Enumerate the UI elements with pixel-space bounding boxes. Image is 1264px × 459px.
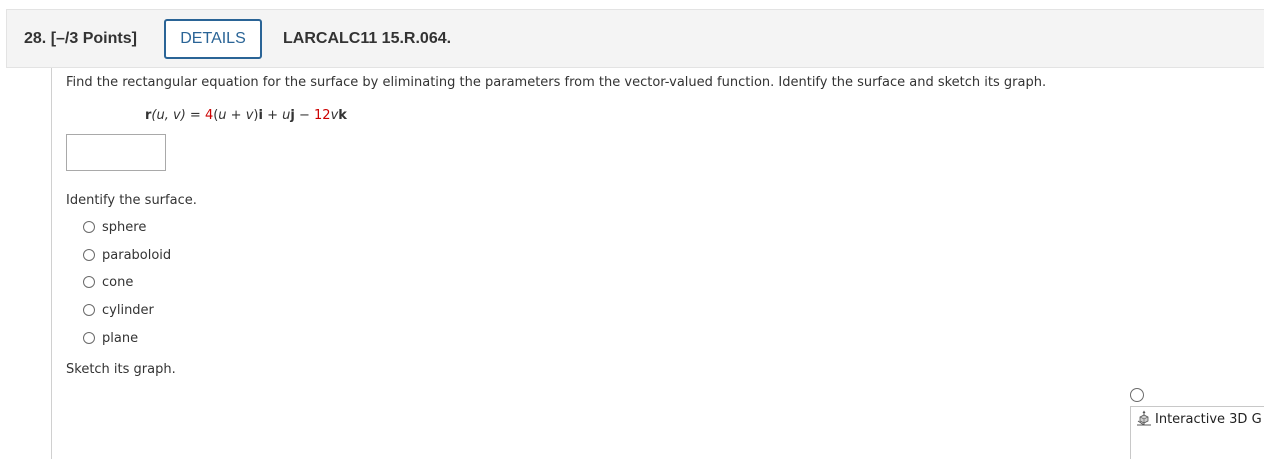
eq-equals: = bbox=[185, 108, 205, 123]
3d-graph-icon bbox=[1137, 410, 1151, 426]
radio-button[interactable] bbox=[83, 249, 95, 261]
option-plane[interactable]: plane bbox=[83, 329, 138, 347]
option-cone[interactable]: cone bbox=[83, 273, 133, 291]
details-button[interactable]: DETAILS bbox=[164, 19, 262, 59]
question-points-label: 28. [–/3 Points] bbox=[24, 30, 137, 47]
sketch-graph-label: Sketch its graph. bbox=[66, 362, 176, 377]
option-sphere[interactable]: sphere bbox=[83, 218, 146, 236]
eq-plus1: + bbox=[226, 108, 246, 123]
option-cylinder[interactable]: cylinder bbox=[83, 301, 154, 319]
identify-surface-label: Identify the surface. bbox=[66, 193, 197, 208]
eq-coef2: 12 bbox=[314, 108, 331, 123]
eq-u1: u bbox=[218, 108, 227, 123]
eq-args: (u, v) bbox=[151, 108, 186, 123]
radio-button[interactable] bbox=[83, 304, 95, 316]
radio-button[interactable] bbox=[83, 276, 95, 288]
graph-panel: Interactive 3D G bbox=[1130, 406, 1264, 459]
option-label: cylinder bbox=[102, 302, 154, 318]
graph-radio-button[interactable] bbox=[1130, 388, 1144, 402]
question-page: 28. [–/3 Points] DETAILS LARCALC11 15.R.… bbox=[0, 0, 1264, 459]
question-left-rule bbox=[51, 68, 52, 459]
interactive-3d-graph-label: Interactive 3D G bbox=[1155, 411, 1262, 427]
radio-button[interactable] bbox=[83, 221, 95, 233]
option-label: paraboloid bbox=[102, 247, 172, 263]
vector-function-equation: r(u, v) = 4(u + v)i + uj − 12vk bbox=[145, 108, 347, 123]
eq-plus2: + bbox=[262, 108, 283, 123]
reference-code: LARCALC11 15.R.064. bbox=[283, 30, 452, 47]
radio-button[interactable] bbox=[83, 332, 95, 344]
option-paraboloid[interactable]: paraboloid bbox=[83, 246, 171, 264]
interactive-3d-graph-button[interactable]: Interactive 3D G bbox=[1135, 410, 1262, 428]
option-label: plane bbox=[102, 330, 139, 346]
option-label: sphere bbox=[102, 219, 147, 235]
question-prompt: Find the rectangular equation for the su… bbox=[66, 75, 1047, 90]
eq-minus: − bbox=[294, 108, 315, 123]
option-label: cone bbox=[102, 274, 134, 290]
question-header: 28. [–/3 Points] DETAILS LARCALC11 15.R.… bbox=[6, 9, 1264, 68]
eq-coef: 4 bbox=[204, 108, 214, 123]
eq-k: k bbox=[338, 108, 347, 123]
rectangular-equation-input[interactable] bbox=[66, 134, 166, 171]
